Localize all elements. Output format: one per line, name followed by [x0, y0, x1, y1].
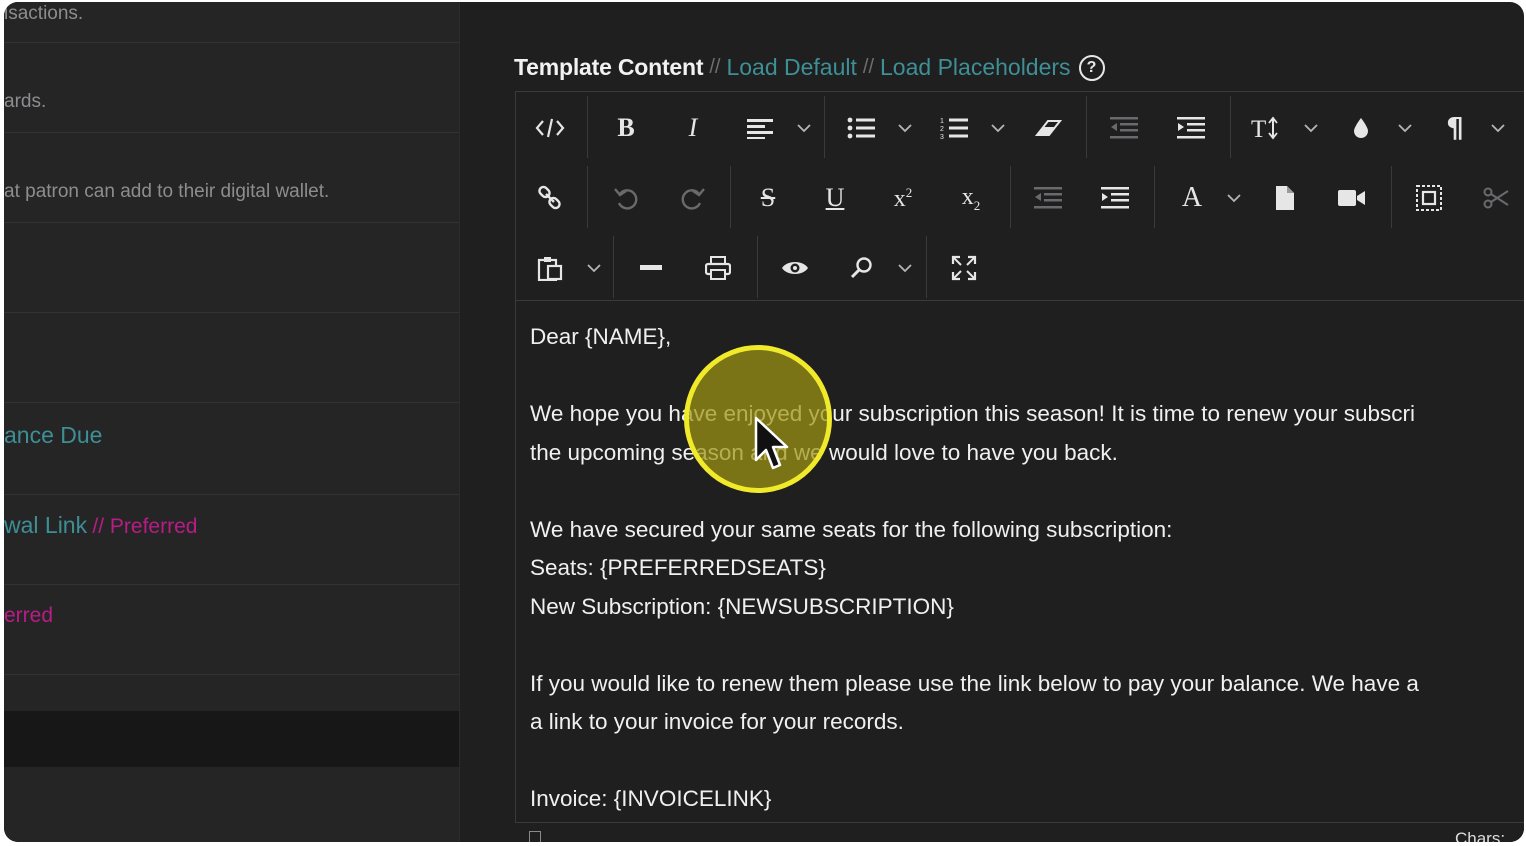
- toolbar-divider: [1086, 96, 1087, 158]
- font-size-icon[interactable]: T: [1244, 106, 1288, 150]
- horizontal-rule-icon[interactable]: [629, 246, 673, 290]
- subscript-icon[interactable]: x2: [949, 176, 993, 220]
- eraser-icon[interactable]: [1026, 106, 1070, 150]
- scissors-icon[interactable]: [1474, 176, 1518, 220]
- toolbar-divider: [587, 166, 588, 228]
- toolbar-divider: [1391, 166, 1392, 228]
- load-default-link[interactable]: Load Default: [726, 54, 856, 81]
- template-content-header: Template Content // Load Default // Load…: [514, 54, 1105, 81]
- chevron-down-icon[interactable]: [795, 106, 813, 150]
- align-icon[interactable]: [738, 106, 782, 150]
- list-row: at patron can add to their digital walle…: [4, 132, 459, 223]
- list-row: [4, 222, 459, 313]
- select-all-icon[interactable]: [1407, 176, 1451, 220]
- content-line: We have secured your same seats for the …: [530, 516, 1173, 542]
- italic-icon[interactable]: I: [671, 106, 715, 150]
- eye-icon[interactable]: [773, 246, 817, 290]
- print-icon[interactable]: [696, 246, 740, 290]
- chevron-down-icon[interactable]: [896, 106, 914, 150]
- template-content-title: Template Content: [514, 54, 704, 80]
- toolbar-divider: [587, 96, 588, 158]
- outdent-icon[interactable]: [1026, 176, 1070, 220]
- paste-icon[interactable]: [528, 246, 572, 290]
- toolbar-divider: [1154, 166, 1155, 228]
- content-line: Dear {NAME},: [530, 324, 672, 349]
- editor-toolbar: B I 123 T ¶ S U x2 x2 A: [516, 92, 1524, 301]
- separator: //: [709, 56, 721, 78]
- resize-icon[interactable]: [529, 831, 541, 842]
- content-line: a link to your invoice for your records.: [530, 709, 904, 734]
- svg-text:3: 3: [940, 134, 944, 140]
- strikethrough-icon[interactable]: S: [746, 176, 790, 220]
- editor-content[interactable]: Dear {NAME}, We hope you have enjoyed yo…: [530, 318, 1524, 819]
- unordered-list-icon[interactable]: [839, 106, 883, 150]
- superscript-icon[interactable]: x2: [881, 176, 925, 220]
- undo-icon[interactable]: [604, 176, 648, 220]
- indent-icon[interactable]: [1169, 106, 1213, 150]
- toolbar-divider: [757, 236, 758, 298]
- list-row: wal Link // Preferred: [4, 404, 459, 538]
- bold-icon[interactable]: B: [604, 106, 648, 150]
- search-icon[interactable]: [840, 246, 884, 290]
- list-row: ance Due: [4, 312, 459, 448]
- chevron-down-icon[interactable]: [1302, 106, 1320, 150]
- separator: //: [862, 56, 875, 78]
- rich-text-editor: B I 123 T ¶ S U x2 x2 A Dear {NAME}, We …: [515, 91, 1524, 842]
- toolbar-divider: [926, 236, 927, 298]
- help-icon[interactable]: ?: [1078, 54, 1105, 81]
- svg-text:T: T: [1251, 116, 1266, 141]
- file-icon[interactable]: [1263, 176, 1307, 220]
- chevron-down-icon[interactable]: [585, 246, 603, 290]
- chevron-down-icon[interactable]: [1396, 106, 1414, 150]
- video-icon[interactable]: [1330, 176, 1374, 220]
- row-description: ards.: [4, 91, 47, 112]
- color-drop-icon[interactable]: [1339, 106, 1383, 150]
- list-row: ards.: [4, 42, 459, 133]
- row-description: isactions.: [4, 3, 84, 24]
- row-description: at patron can add to their digital walle…: [4, 181, 330, 202]
- ordered-list-icon[interactable]: 123: [932, 106, 976, 150]
- toolbar-divider: [730, 166, 731, 228]
- chevron-down-icon[interactable]: [1225, 176, 1243, 220]
- underline-icon[interactable]: U: [813, 176, 857, 220]
- list-row: [4, 584, 459, 675]
- mouse-pointer-icon: [754, 416, 789, 470]
- left-panel: isactions. ards. at patron can add to th…: [4, 2, 460, 842]
- toolbar-divider: [1010, 166, 1011, 228]
- font-color-icon[interactable]: A: [1170, 176, 1214, 220]
- toolbar-divider: [613, 236, 614, 298]
- content-line: Seats: {PREFERREDSEATS}: [530, 555, 826, 580]
- selected-row[interactable]: [4, 711, 459, 767]
- content-line: the upcoming season and we would love to…: [530, 439, 1118, 465]
- content-line: Invoice: {INVOICELINK}: [530, 786, 772, 811]
- toolbar-divider: [824, 96, 825, 158]
- load-placeholders-link[interactable]: Load Placeholders: [880, 54, 1071, 81]
- chevron-down-icon[interactable]: [1489, 106, 1507, 150]
- chevron-down-icon[interactable]: [989, 106, 1007, 150]
- list-row: erred: [4, 494, 459, 627]
- content-line: We hope you have enjoyed your subscripti…: [530, 401, 1416, 426]
- link-icon[interactable]: [528, 176, 572, 220]
- editor-status-bar: Chars:: [515, 822, 1524, 842]
- fullscreen-icon[interactable]: [942, 246, 986, 290]
- list-row: isactions.: [4, 2, 459, 43]
- content-line: New Subscription: {NEWSUBSCRIPTION}: [530, 593, 954, 619]
- chevron-down-icon[interactable]: [896, 246, 914, 290]
- redo-icon[interactable]: [671, 176, 715, 220]
- paragraph-icon[interactable]: ¶: [1433, 106, 1477, 150]
- svg-text:2: 2: [940, 126, 944, 133]
- indent-icon[interactable]: [1093, 176, 1137, 220]
- content-line: If you would like to renew them please u…: [530, 670, 1419, 696]
- toolbar-divider: [1230, 96, 1231, 158]
- outdent-icon[interactable]: [1102, 106, 1146, 150]
- svg-text:1: 1: [940, 118, 944, 125]
- code-view-icon[interactable]: [528, 106, 572, 150]
- char-count-label: Chars:: [1455, 829, 1506, 842]
